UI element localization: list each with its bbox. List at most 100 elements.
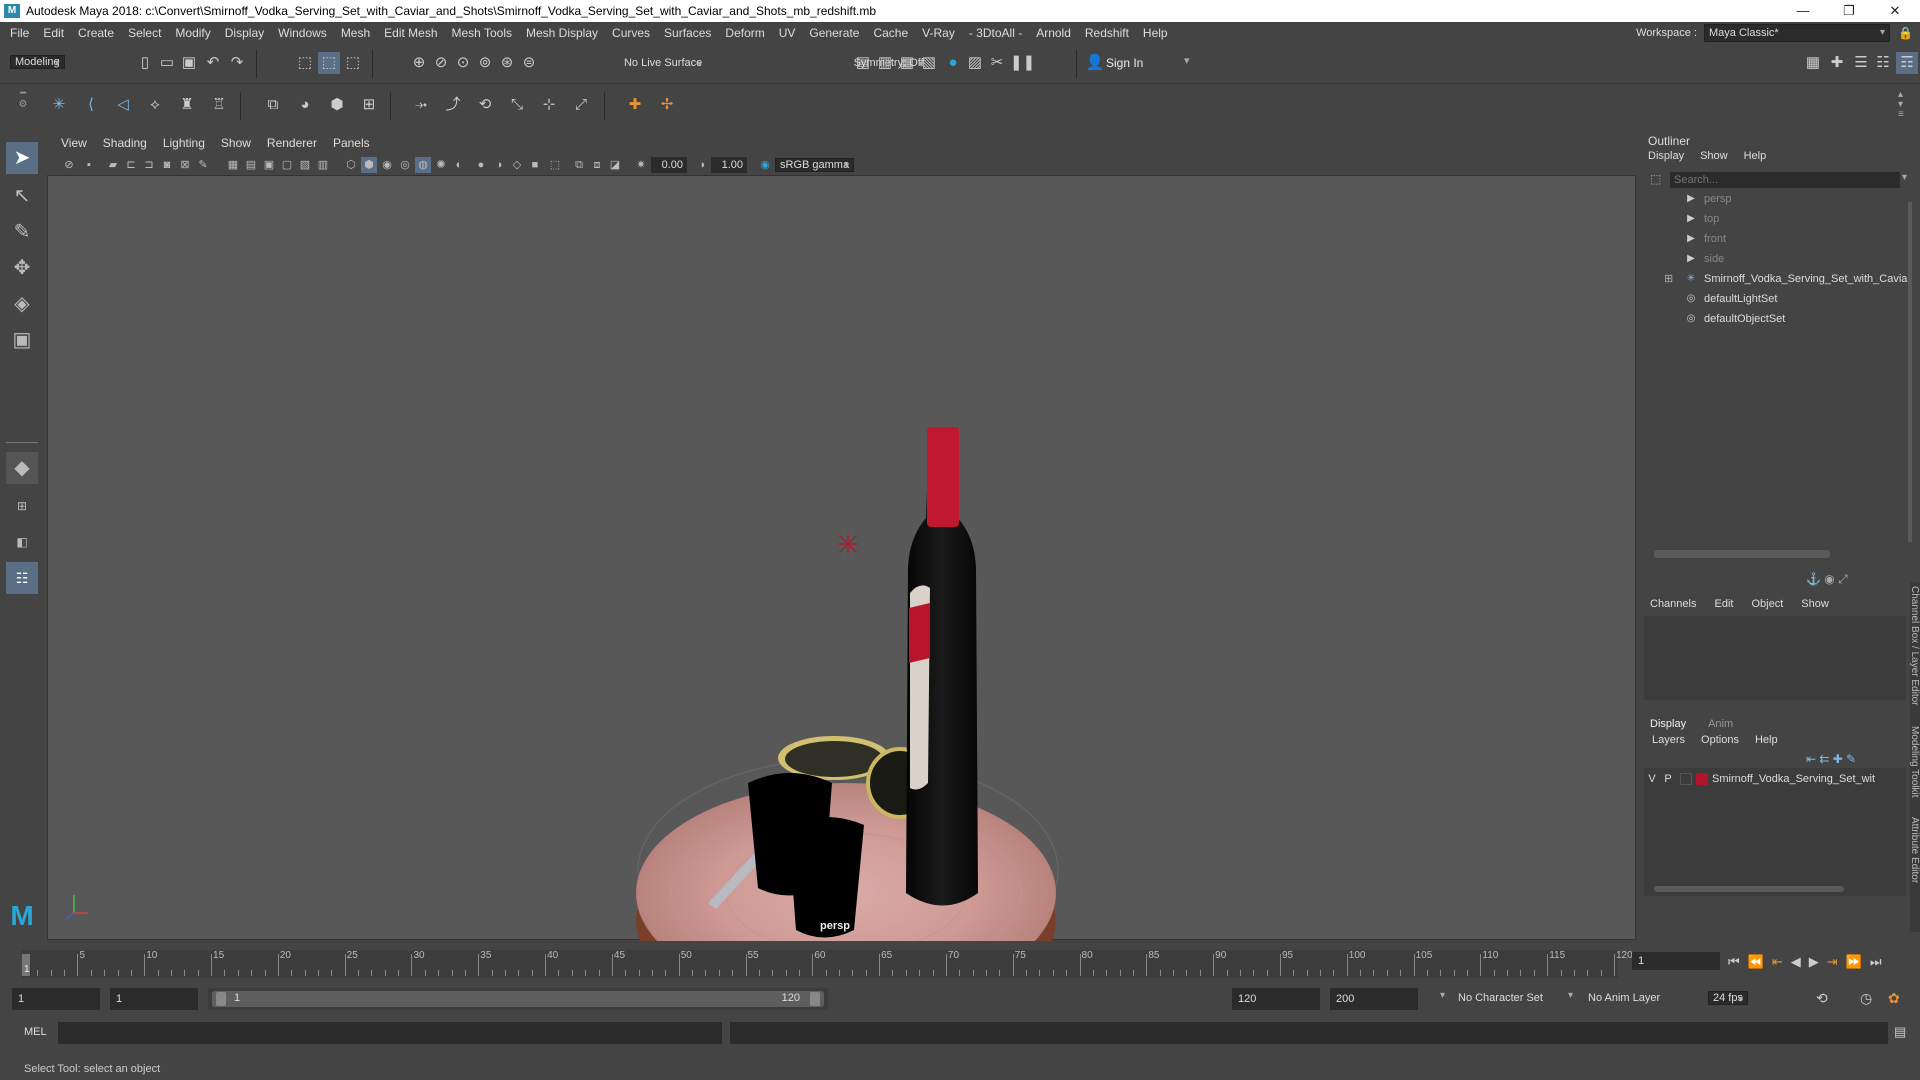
menu-cache[interactable]: Cache	[866, 26, 915, 40]
depth-of-field-icon[interactable]: ◑	[491, 157, 507, 173]
menu-file[interactable]: File	[0, 26, 36, 40]
shelf-scroll-icon[interactable]: ▴ ▾ ≡	[1898, 90, 1904, 120]
chevron-down-icon[interactable]: ▾	[1902, 172, 1907, 183]
wireframe-icon[interactable]: ▥	[315, 157, 331, 173]
channel-menu-channels[interactable]: Channels	[1650, 598, 1696, 610]
go-to-end-icon[interactable]: ⏭	[1870, 954, 1882, 970]
user-icon[interactable]: 👤	[1084, 52, 1106, 74]
step-back-frame-icon[interactable]: ⇤	[1772, 954, 1783, 970]
menu-windows[interactable]: Windows	[271, 26, 334, 40]
outliner-menu-help[interactable]: Help	[1744, 150, 1767, 162]
four-view-layout-icon[interactable]: ⊞	[6, 490, 38, 522]
vp-menu-panels[interactable]: Panels	[325, 136, 378, 150]
lasso-tool-icon[interactable]: ↖	[6, 180, 38, 212]
safe-title-icon[interactable]: ▧	[297, 157, 313, 173]
menu-vray[interactable]: V-Ray	[915, 26, 962, 40]
command-input[interactable]	[58, 1022, 722, 1044]
constraint-orient-icon[interactable]: ⟲	[474, 94, 496, 116]
cross-icon[interactable]: ✚	[624, 94, 646, 116]
menu-3dtoall[interactable]: - 3DtoAll -	[962, 26, 1029, 40]
fps-dropdown[interactable]: 24 fps	[1708, 991, 1748, 1005]
crosshair-icon[interactable]: ✢	[656, 94, 678, 116]
xray-joints-icon[interactable]: ⬚	[547, 157, 563, 173]
vp-menu-renderer[interactable]: Renderer	[259, 136, 325, 150]
redshift-render-icon[interactable]: ▨	[964, 52, 986, 74]
close-button[interactable]: ✕	[1872, 0, 1918, 22]
vp-menu-shading[interactable]: Shading	[95, 136, 155, 150]
command-language-label[interactable]: MEL	[24, 1026, 47, 1038]
workspace-dropdown[interactable]: Maya Classic*	[1704, 24, 1890, 42]
bind-skin-icon[interactable]: ⧉	[262, 94, 284, 116]
layer-scrollbar[interactable]	[1654, 886, 1844, 892]
outliner-item-front[interactable]: ▶ front	[1684, 230, 1726, 248]
script-editor-icon[interactable]: ▤	[1894, 1024, 1906, 1040]
film-gate-icon[interactable]: ✎	[195, 157, 211, 173]
character-set-field[interactable]: No Character Set	[1458, 992, 1543, 1004]
layer-menu-layers[interactable]: Layers	[1652, 734, 1685, 746]
motion-blur-icon[interactable]: ◐	[451, 157, 467, 173]
resolution-gate-icon[interactable]: ▦	[225, 157, 241, 173]
shadows-icon[interactable]: ◍	[415, 157, 431, 173]
menu-help[interactable]: Help	[1136, 26, 1175, 40]
chevron-down-icon[interactable]: ▾	[1568, 990, 1573, 1001]
new-scene-icon[interactable]: ▯	[134, 52, 156, 74]
step-forward-frame-icon[interactable]: ⇥	[1827, 954, 1838, 970]
human-ik-icon[interactable]: ♖	[208, 94, 230, 116]
ik-handle-icon[interactable]: ◁	[112, 94, 134, 116]
outliner-layout-icon[interactable]: ☷	[6, 562, 38, 594]
loop-icon[interactable]: ⟲	[1816, 990, 1828, 1007]
snap-surface-icon[interactable]: ⊛	[496, 52, 518, 74]
lock-icon[interactable]: 🔒	[1898, 26, 1913, 40]
layer-type-toggle[interactable]	[1680, 773, 1692, 785]
render-settings-icon[interactable]: ▧	[918, 52, 940, 74]
menu-edit-mesh[interactable]: Edit Mesh	[377, 26, 444, 40]
hypershade-icon[interactable]: ●	[942, 52, 964, 74]
select-by-object-icon[interactable]: ⬚	[318, 52, 340, 74]
camera-attributes-icon[interactable]: ▪	[81, 157, 97, 173]
end-time-field[interactable]: 200	[1330, 988, 1418, 1010]
snap-point-icon[interactable]: ⊙	[452, 52, 474, 74]
paint-select-icon[interactable]: ✎	[6, 216, 38, 248]
camera-select-icon[interactable]: ⊘	[61, 157, 77, 173]
time-slider[interactable]: 5 10 15 20 25 30 35 40 45 50 55 60 65 70 75 80 85 90 95 100…	[0, 944, 1920, 980]
image-plane-icon[interactable]: ⊏	[123, 157, 139, 173]
auto-key-icon[interactable]: ◷	[1860, 990, 1872, 1007]
layer-color-swatch[interactable]	[1696, 773, 1708, 785]
chevron-down-icon[interactable]: ▾	[1184, 54, 1190, 67]
locator-icon[interactable]: ✳	[48, 94, 70, 116]
menu-surfaces[interactable]: Surfaces	[657, 26, 718, 40]
outliner-menu-show[interactable]: Show	[1700, 150, 1728, 162]
layer-row[interactable]: V P Smirnoff_Vodka_Serving_Set_wit	[1644, 770, 1906, 788]
snap-live-icon[interactable]: ⊜	[518, 52, 540, 74]
lattice-icon[interactable]: ⬢	[326, 94, 348, 116]
vp-menu-show[interactable]: Show	[213, 136, 259, 150]
side-tab-channel-box[interactable]: Channel Box / Layer Editor	[1909, 586, 1920, 706]
pause-icon[interactable]: ❚❚	[1010, 52, 1035, 74]
colorspace-dropdown[interactable]: sRGB gamma	[775, 158, 855, 172]
redo-icon[interactable]: ↷	[226, 52, 248, 74]
render-view-icon[interactable]: ▥	[874, 52, 896, 74]
play-backward-icon[interactable]: ◀	[1791, 954, 1801, 970]
xray-components-icon[interactable]: ⧉	[571, 157, 587, 173]
play-forward-icon[interactable]: ▶	[1809, 954, 1819, 970]
backface-icon[interactable]: ⧈	[589, 157, 605, 173]
select-tool-icon[interactable]: ➤	[6, 142, 38, 174]
select-by-component-icon[interactable]: ⬚	[342, 52, 364, 74]
range-grip-right[interactable]	[810, 992, 820, 1006]
menu-set-dropdown[interactable]: Modeling	[10, 55, 65, 69]
bookmark-icon[interactable]: ▰	[105, 157, 121, 173]
current-frame-field[interactable]: 1	[1632, 952, 1720, 970]
menu-select[interactable]: Select	[121, 26, 168, 40]
menu-curves[interactable]: Curves	[605, 26, 657, 40]
shelf-menu-icon[interactable]: ━ ⚙	[16, 88, 30, 122]
save-scene-icon[interactable]: ▣	[178, 52, 200, 74]
paint-weights-icon[interactable]: ◕	[294, 94, 316, 116]
constraint-parent-icon[interactable]: ⤞	[410, 94, 432, 116]
modeling-toolkit-icon[interactable]: ▦	[1802, 52, 1824, 74]
viewport-panel[interactable]	[47, 132, 1636, 941]
ipr-render-icon[interactable]: ▦	[896, 52, 918, 74]
range-bar[interactable]: 1 120	[208, 988, 828, 1010]
step-forward-key-icon[interactable]: ⏩	[1846, 954, 1862, 970]
grid-toggle-icon[interactable]: ⊠	[177, 157, 193, 173]
channel-box-icons[interactable]: ⚓ ◉ ⤢	[1806, 572, 1848, 587]
